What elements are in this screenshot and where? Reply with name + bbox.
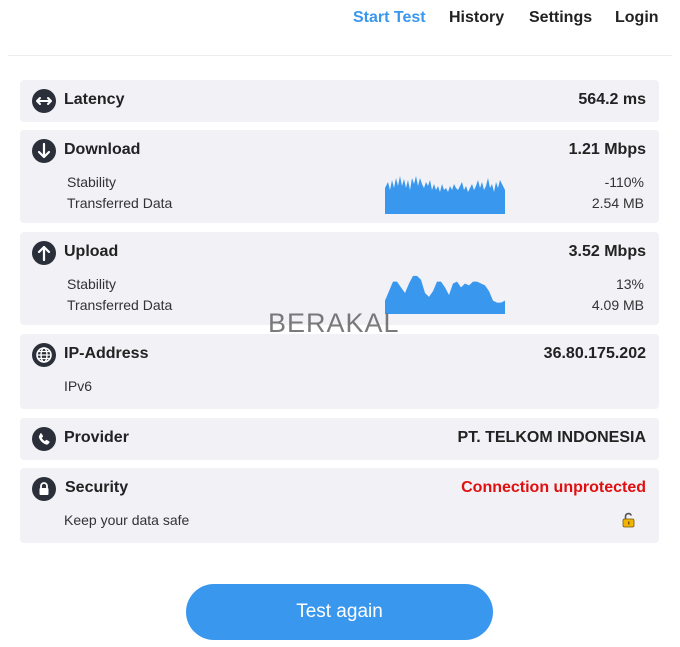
provider-header: Provider PT. TELKOM INDONESIA xyxy=(32,427,647,451)
phone-icon xyxy=(32,427,56,451)
top-nav: Start Test History Settings Login xyxy=(0,0,680,40)
latency-card: Latency 564.2 ms xyxy=(20,80,659,122)
download-graph-area xyxy=(385,176,505,214)
ip-address-title: IP-Address xyxy=(64,345,149,362)
security-header: Security Connection unprotected xyxy=(32,477,647,501)
arrow-down-icon xyxy=(32,139,56,163)
upload-graph-area xyxy=(385,275,505,314)
nav-start-test[interactable]: Start Test xyxy=(353,9,426,27)
upload-title: Upload xyxy=(64,243,119,260)
security-note: Keep your data safe xyxy=(64,512,190,528)
globe-icon xyxy=(32,343,56,367)
nav-history[interactable]: History xyxy=(449,9,504,27)
download-stability-value: -110% xyxy=(604,174,644,190)
upload-speed-graph xyxy=(385,275,505,314)
latency-value: 564.2 ms xyxy=(578,91,646,108)
latency-header: Latency 564.2 ms xyxy=(32,89,647,113)
download-header: Download 1.21 Mbps xyxy=(32,139,647,163)
ip-version: IPv6 xyxy=(64,378,93,394)
provider-value: PT. TELKOM INDONESIA xyxy=(457,429,646,446)
upload-stability-value: 13% xyxy=(615,276,644,292)
upload-transferred-value: 4.09 MB xyxy=(591,297,644,313)
upload-value: 3.52 Mbps xyxy=(568,243,646,260)
unlocked-padlock-icon xyxy=(622,512,635,528)
arrow-up-icon xyxy=(32,241,56,265)
security-status: Connection unprotected xyxy=(461,479,646,496)
download-stability-label: Stability xyxy=(67,174,117,190)
provider-card: Provider PT. TELKOM INDONESIA xyxy=(20,418,659,460)
download-transferred-label: Transferred Data xyxy=(67,195,173,211)
watermark-text: BERAKAL xyxy=(268,308,400,338)
ip-address-header: IP-Address 36.80.175.202 xyxy=(32,343,647,367)
latency-title: Latency xyxy=(64,91,125,108)
arrows-horizontal-icon xyxy=(32,89,56,113)
nav-login[interactable]: Login xyxy=(615,9,659,27)
upload-header: Upload 3.52 Mbps xyxy=(32,241,647,265)
ip-address-value: 36.80.175.202 xyxy=(543,345,646,362)
ip-address-card: IP-Address 36.80.175.202 IPv6 xyxy=(20,334,659,409)
download-value: 1.21 Mbps xyxy=(568,141,646,158)
download-speed-graph xyxy=(385,176,505,214)
upload-stability-label: Stability xyxy=(67,276,117,292)
provider-title: Provider xyxy=(64,429,129,446)
security-title: Security xyxy=(65,479,129,496)
nav-settings[interactable]: Settings xyxy=(529,9,592,27)
lock-icon xyxy=(32,477,56,501)
download-transferred-value: 2.54 MB xyxy=(591,195,644,211)
security-card: Security Connection unprotected Keep you… xyxy=(20,468,659,543)
test-again-button[interactable]: Test again xyxy=(186,584,493,640)
nav-divider xyxy=(8,55,672,56)
download-title: Download xyxy=(64,141,141,158)
download-card: Download 1.21 Mbps Stability Transferred… xyxy=(20,130,659,223)
upload-transferred-label: Transferred Data xyxy=(67,297,173,313)
